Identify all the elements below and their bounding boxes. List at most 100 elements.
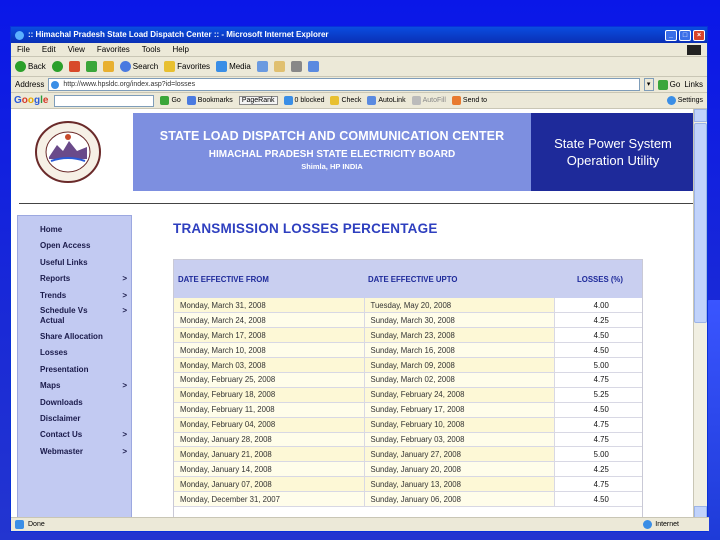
hpseb-logo-icon	[35, 121, 101, 183]
search-button[interactable]: Search	[119, 61, 158, 72]
chevron-right-icon: >	[122, 290, 127, 300]
menu-bar: File Edit View Favorites Tools Help	[11, 43, 707, 57]
close-button[interactable]: ×	[693, 29, 705, 41]
cell-from: Monday, January 21, 2008	[174, 446, 365, 463]
cell-upto: Sunday, February 17, 2008	[364, 402, 555, 418]
edit-button[interactable]	[307, 61, 319, 72]
cell-upto: Sunday, February 03, 2008	[364, 432, 555, 448]
media-button[interactable]: Media	[216, 61, 251, 72]
cell-from: Monday, March 24, 2008	[174, 312, 365, 329]
send-to-button[interactable]: Send to	[451, 96, 487, 105]
sidebar-item-maps[interactable]: Maps >	[18, 378, 131, 394]
address-bar: Address http://www.hpsldc.org/index.asp?…	[11, 77, 707, 93]
maximize-button[interactable]: □	[679, 29, 691, 41]
cell-losses: 4.50	[554, 342, 642, 359]
menu-favorites[interactable]: Favorites	[97, 45, 130, 54]
cell-losses: 5.25	[554, 387, 642, 403]
sidebar-item-presentation[interactable]: Presentation	[18, 362, 131, 378]
popup-blocker[interactable]: 0 blocked	[283, 96, 324, 105]
sidebar-item-useful-links[interactable]: Useful Links	[18, 255, 131, 271]
google-go-button[interactable]: Go	[160, 96, 181, 105]
sidebar-item-disclaimer[interactable]: Disclaimer	[18, 411, 131, 427]
pagerank-meter[interactable]: PageRank	[238, 96, 278, 105]
table-row: Monday, January 07, 2008 Sunday, January …	[174, 476, 642, 493]
media-icon	[216, 61, 228, 72]
vertical-scrollbar[interactable]	[693, 109, 707, 519]
cell-from: Monday, February 04, 2008	[174, 417, 365, 433]
chevron-right-icon: >	[122, 430, 127, 440]
minimize-button[interactable]: _	[665, 29, 677, 41]
bookmarks-button[interactable]: Bookmarks	[186, 96, 233, 105]
cell-from: Monday, March 10, 2008	[174, 342, 365, 359]
sidebar-item-webmaster[interactable]: Webmaster >	[18, 444, 131, 460]
menu-file[interactable]: File	[17, 45, 30, 54]
page-title: TRANSMISSION LOSSES PERCENTAGE	[173, 221, 438, 236]
title-bar: :: Himachal Pradesh State Load Dispatch …	[11, 27, 707, 43]
sidebar-item-reports[interactable]: Reports >	[18, 271, 131, 287]
scroll-up-button[interactable]	[694, 109, 707, 122]
autolink-button[interactable]: AutoLink	[367, 96, 406, 105]
print-button[interactable]	[290, 61, 302, 72]
cell-upto: Sunday, March 09, 2008	[364, 357, 555, 373]
check-icon	[330, 96, 340, 105]
settings-button[interactable]: Settings	[666, 96, 703, 105]
cell-upto: Sunday, January 20, 2008	[364, 461, 555, 478]
table-row: Monday, February 11, 2008 Sunday, Februar…	[174, 402, 642, 418]
cell-losses: 4.50	[554, 327, 642, 344]
cell-losses: 4.25	[554, 461, 642, 478]
address-label: Address	[15, 80, 45, 89]
autofill-button[interactable]: AutoFill	[411, 96, 446, 105]
address-input[interactable]: http://www.hpsldc.org/index.asp?id=losse…	[48, 78, 640, 91]
sidebar-item-open-access[interactable]: Open Access	[18, 238, 131, 254]
history-button[interactable]	[256, 61, 268, 72]
menu-tools[interactable]: Tools	[142, 45, 161, 54]
go-button[interactable]: Go	[657, 79, 680, 90]
spell-check-button[interactable]: Check	[330, 96, 361, 105]
sidebar-item-trends[interactable]: Trends >	[18, 288, 131, 304]
address-dropdown[interactable]: ▾	[643, 78, 654, 91]
table-row: Monday, March 31, 2008 Tuesday, May 20, 2…	[174, 298, 642, 314]
tagline-line-2: Operation Utility	[566, 153, 660, 168]
autolink-icon	[367, 96, 377, 105]
refresh-button[interactable]	[85, 61, 97, 72]
links-button[interactable]: Links	[684, 80, 703, 89]
losses-table: DATE EFFECTIVE FROM DATE EFFECTIVE UPTO …	[174, 260, 642, 507]
cell-upto: Sunday, January 13, 2008	[364, 476, 555, 493]
sidebar-item-schedule-vs-actual[interactable]: Schedule Vs Actual >	[18, 304, 131, 329]
sidebar-item-losses[interactable]: Losses	[18, 345, 131, 361]
back-button[interactable]: Back	[15, 61, 46, 72]
back-arrow-icon	[15, 61, 26, 72]
header-banner: STATE LOAD DISPATCH AND COMMUNICATION CE…	[133, 113, 531, 191]
sidebar-item-contact-us[interactable]: Contact Us >	[18, 427, 131, 443]
google-search-input[interactable]	[54, 94, 155, 107]
menu-edit[interactable]: Edit	[42, 45, 56, 54]
google-logo: Google	[14, 95, 49, 106]
table-row: Monday, March 24, 2008 Sunday, March 30, …	[174, 312, 642, 329]
table-body: Monday, March 31, 2008 Tuesday, May 20, 2…	[174, 298, 642, 507]
cell-upto: Sunday, March 23, 2008	[364, 327, 555, 344]
stop-button[interactable]	[68, 61, 80, 72]
browser-window: :: Himachal Pradesh State Load Dispatch …	[10, 26, 709, 532]
menu-help[interactable]: Help	[172, 45, 188, 54]
sidebar-item-downloads[interactable]: Downloads	[18, 395, 131, 411]
forward-button[interactable]	[51, 61, 63, 72]
site-title: STATE LOAD DISPATCH AND COMMUNICATION CE…	[159, 129, 505, 143]
ie-icon	[15, 30, 24, 40]
chevron-right-icon: >	[122, 306, 127, 316]
tagline-line-1: State Power System	[554, 136, 672, 151]
cell-upto: Sunday, February 10, 2008	[364, 417, 555, 433]
sidebar-item-share-allocation[interactable]: Share Allocation	[18, 329, 131, 345]
site-header: STATE LOAD DISPATCH AND COMMUNICATION CE…	[11, 113, 695, 191]
standard-toolbar: Back Search Favorites Media	[11, 57, 707, 77]
cell-from: Monday, January 07, 2008	[174, 476, 365, 493]
mail-button[interactable]	[273, 61, 285, 72]
star-icon	[164, 61, 176, 72]
favorites-button[interactable]: Favorites	[164, 61, 210, 72]
home-button[interactable]	[102, 61, 114, 72]
cell-from: Monday, January 28, 2008	[174, 432, 365, 448]
sidebar-item-home[interactable]: Home	[18, 222, 131, 238]
menu-view[interactable]: View	[68, 45, 85, 54]
status-text: Done	[28, 521, 45, 528]
scroll-thumb[interactable]	[694, 123, 707, 323]
go-arrow-icon	[657, 79, 668, 90]
